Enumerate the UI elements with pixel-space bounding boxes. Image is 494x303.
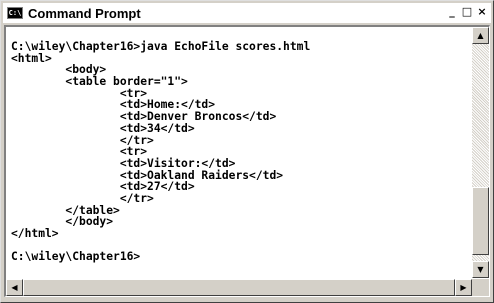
scroll-down-arrow-icon[interactable]: ▼ (472, 261, 489, 278)
close-button[interactable]: × (475, 5, 489, 19)
minimize-button[interactable]: _ (445, 5, 459, 19)
title-bar[interactable]: C:\ Command Prompt _ □ × (3, 3, 491, 23)
maximize-button[interactable]: □ (460, 5, 474, 19)
console-output[interactable]: C:\wiley\Chapter16>java EchoFile scores.… (6, 27, 472, 278)
console-line: <td>Visitor:</td> (11, 156, 236, 170)
console-frame: C:\wiley\Chapter16>java EchoFile scores.… (4, 25, 490, 297)
scroll-right-arrow-icon[interactable]: ▶ (455, 279, 472, 296)
command-prompt-icon: C:\ (7, 7, 23, 19)
console-line: <table border="1"> (11, 75, 188, 89)
vertical-scrollbar[interactable]: ▲ ▼ (472, 27, 489, 278)
window-controls: _ □ × (444, 5, 489, 19)
console-line: <td>34</td> (11, 121, 195, 135)
scroll-up-arrow-icon[interactable]: ▲ (472, 27, 489, 44)
console-line: C:\wiley\Chapter16>java EchoFile scores.… (11, 40, 311, 53)
scrollbar-corner (472, 279, 489, 296)
console-text: C:\wiley\Chapter16>java EchoFile scores.… (6, 27, 472, 263)
console-line: </html> (11, 227, 59, 240)
scroll-left-arrow-icon[interactable]: ◀ (6, 279, 23, 296)
console-line: C:\wiley\Chapter16> (11, 250, 141, 264)
horizontal-scroll-thumb[interactable] (23, 279, 455, 296)
vertical-scroll-thumb[interactable] (472, 187, 489, 255)
command-prompt-window: C:\ Command Prompt _ □ × C:\wiley\Chapte… (0, 0, 494, 303)
console-line: </tr> (11, 191, 154, 205)
console-line: </body> (11, 215, 114, 229)
horizontal-scrollbar[interactable]: ◀ ▶ (6, 279, 472, 296)
window-title: Command Prompt (28, 5, 141, 21)
